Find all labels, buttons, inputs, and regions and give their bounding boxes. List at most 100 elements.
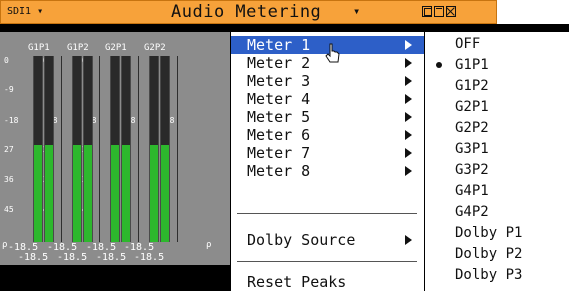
submenu-arrow-icon — [405, 166, 412, 176]
submenu-item-label: G1P1 — [455, 57, 489, 73]
peak-marker-icon: ρ — [206, 240, 212, 250]
peak-readout: -18.5 — [96, 252, 127, 263]
source-label: SDI1 — [7, 6, 32, 17]
meter-separator — [99, 56, 100, 242]
source-select[interactable]: SDI1 ▾ — [7, 6, 43, 17]
submenu-item-label: G1P2 — [455, 78, 489, 94]
submenu-arrow-icon — [405, 40, 412, 50]
meter-label: G1P1 — [28, 43, 50, 53]
meter-bar-fill — [150, 145, 158, 242]
meter-bar-track — [121, 56, 131, 242]
meter-label: G2P1 — [105, 43, 127, 53]
peak-readout: -18.5 — [18, 252, 49, 263]
meter-label: G2P2 — [144, 43, 166, 53]
title-dropdown-icon[interactable]: ▾ — [353, 4, 360, 18]
title-bar: SDI1 ▾ Audio Metering ▾ — [0, 0, 497, 24]
menu-item-dolby-source[interactable]: Dolby Source — [231, 231, 424, 249]
menu-item-reset-peaks[interactable]: Reset Peaks — [231, 273, 424, 291]
status-strip — [0, 265, 230, 291]
checked-bullet-icon — [436, 62, 442, 68]
menu-item-label: Meter 7 — [247, 144, 311, 162]
meter-bar-fill — [122, 145, 130, 242]
meter-separator — [61, 56, 62, 242]
submenu-item-label: G4P2 — [455, 204, 489, 220]
submenu-arrow-icon — [405, 112, 412, 122]
submenu-item[interactable]: G1P1 — [425, 55, 569, 75]
peak-readout: -18.5 — [57, 252, 88, 263]
meter-bar-track — [83, 56, 93, 242]
menu-item-label: Meter 3 — [247, 72, 311, 90]
menu-item-meter-6[interactable]: Meter 6 — [231, 126, 424, 144]
submenu-item[interactable]: Dolby P2 — [425, 244, 569, 264]
meter-bar-track — [72, 56, 82, 242]
meter-bar-fill — [73, 145, 81, 242]
chevron-down-icon: ▾ — [37, 6, 44, 17]
menu-item-label: Dolby Source — [247, 231, 356, 249]
meter-separator — [138, 56, 139, 242]
window-title[interactable]: Audio Metering — [171, 2, 321, 22]
submenu-item[interactable]: G2P2 — [425, 118, 569, 138]
menu-item-meter-5[interactable]: Meter 5 — [231, 108, 424, 126]
submenu-item[interactable]: OFF — [425, 34, 569, 54]
meter-bar-track — [149, 56, 159, 242]
peak-readout: -18.5 — [134, 252, 165, 263]
maximize-button[interactable] — [434, 6, 444, 17]
meter-bar-fill — [111, 145, 119, 242]
submenu-item[interactable]: G4P2 — [425, 202, 569, 222]
menu-item-label: Meter 8 — [247, 162, 311, 180]
scale-tick-label: -9 — [4, 85, 14, 94]
scale-tick-label: 27 — [4, 145, 14, 154]
meter-separator — [177, 56, 178, 242]
toolbar-strip — [0, 24, 569, 32]
submenu-item[interactable]: G3P1 — [425, 139, 569, 159]
menu-divider — [237, 261, 417, 262]
meter-source-submenu: OFF G1P1 G1P2 G2P1 G2P2 G3P1 G3P2 G4P1 G4P2 Dolby… — [424, 32, 569, 291]
submenu-item[interactable]: Dolby P3 — [425, 265, 569, 285]
restore-button[interactable] — [422, 6, 432, 17]
submenu-item-label: Dolby P2 — [455, 246, 523, 262]
meter-bar-fill — [45, 145, 53, 242]
submenu-item[interactable]: G3P2 — [425, 160, 569, 180]
submenu-arrow-icon — [405, 76, 412, 86]
meter-bar-track — [33, 56, 43, 242]
submenu-item[interactable]: G4P1 — [425, 181, 569, 201]
meter-bar-track — [44, 56, 54, 242]
submenu-item-label: G2P2 — [455, 120, 489, 136]
submenu-arrow-icon — [405, 235, 412, 245]
close-button[interactable] — [446, 6, 456, 17]
submenu-item-label: OFF — [455, 36, 481, 52]
submenu-item-label: G2P1 — [455, 99, 489, 115]
menu-item-label: Meter 6 — [247, 126, 311, 144]
menu-item-label: Meter 1 — [247, 36, 311, 54]
context-menu: Meter 1 Meter 2 Meter 3 Meter 4 Meter 5 Meter… — [230, 32, 424, 291]
meter-label: G1P2 — [67, 43, 89, 53]
submenu-arrow-icon — [405, 94, 412, 104]
submenu-item[interactable]: G2P1 — [425, 97, 569, 117]
mouse-cursor-icon — [325, 43, 340, 63]
menu-item-label: Meter 2 — [247, 54, 311, 72]
meter-panel: G1P1G1P2G2P1G2P20-9-182736450-9-18273645… — [0, 32, 230, 265]
submenu-arrow-icon — [405, 58, 412, 68]
meter-bar-track — [160, 56, 170, 242]
meter-bar-fill — [84, 145, 92, 242]
menu-item-label: Meter 4 — [247, 90, 311, 108]
meter-bar-track — [110, 56, 120, 242]
menu-item-meter-7[interactable]: Meter 7 — [231, 144, 424, 162]
peak-marker-icon: ρ — [2, 240, 8, 250]
meter-bar-fill — [34, 145, 42, 242]
menu-item-label: Meter 5 — [247, 108, 311, 126]
submenu-item-label: G4P1 — [455, 183, 489, 199]
submenu-arrow-icon — [405, 130, 412, 140]
menu-item-label: Reset Peaks — [247, 273, 347, 291]
submenu-arrow-icon — [405, 148, 412, 158]
submenu-item[interactable]: G1P2 — [425, 76, 569, 96]
submenu-item[interactable]: Dolby P1 — [425, 223, 569, 243]
scale-tick-label: 0 — [4, 56, 9, 65]
submenu-item-label: G3P2 — [455, 162, 489, 178]
scale-tick-label: 45 — [4, 205, 14, 214]
scale-tick-label: -18 — [4, 116, 19, 125]
menu-item-meter-8[interactable]: Meter 8 — [231, 162, 424, 180]
menu-item-meter-4[interactable]: Meter 4 — [231, 90, 424, 108]
submenu-item-label: Dolby P1 — [455, 225, 523, 241]
menu-item-meter-3[interactable]: Meter 3 — [231, 72, 424, 90]
